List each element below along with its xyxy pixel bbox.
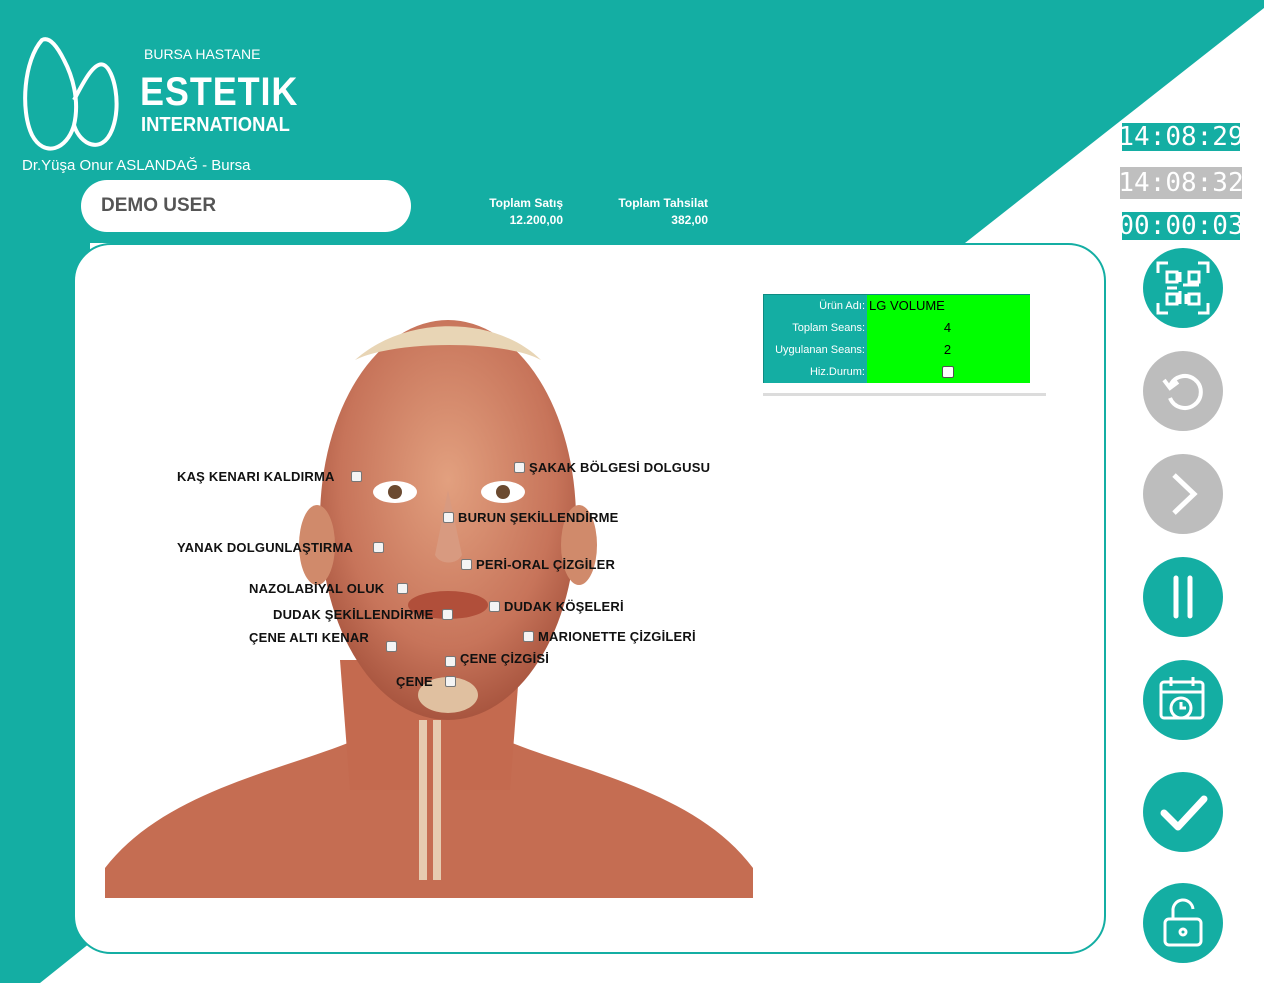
region-label-marionette-lines: MARIONETTE ÇİZGİLERİ xyxy=(538,629,696,644)
region-checkbox-perioral-lines[interactable] xyxy=(461,559,472,570)
speed-status-cell xyxy=(867,361,1030,383)
applied-sessions-value: 2 xyxy=(867,339,1030,361)
region-label-cheek-volume: YANAK DOLGUNLAŞTIRMA xyxy=(177,540,354,555)
region-checkbox-lip-corners[interactable] xyxy=(489,601,500,612)
region-label-jaw-line: ÇENE ÇİZGİSİ xyxy=(460,651,550,666)
brand-title-secondary: INTERNATIONAL xyxy=(141,114,290,136)
region-checkbox-chin[interactable] xyxy=(445,676,456,687)
product-name-value: LG VOLUME xyxy=(867,295,1030,317)
undo-button[interactable] xyxy=(1143,351,1223,431)
region-checkbox-nasolabial-fold[interactable] xyxy=(397,583,408,594)
speed-status-label: Hiz.Durum: xyxy=(764,361,867,383)
product-info-table: Ürün Adı: LG VOLUME Toplam Seans: 4 Uygu… xyxy=(763,294,1030,383)
total-sales-label: Toplam Satış xyxy=(489,196,563,210)
region-checkbox-jaw-line[interactable] xyxy=(445,656,456,667)
confirm-button[interactable] xyxy=(1143,772,1223,852)
check-icon xyxy=(1160,795,1208,831)
total-collection-label: Toplam Tahsilat xyxy=(618,196,708,210)
brand-title: ESTETIK xyxy=(140,70,299,114)
qr-code-button[interactable] xyxy=(1143,248,1223,328)
info-divider xyxy=(763,393,1046,396)
total-sessions-value: 4 xyxy=(867,317,1030,339)
clock-elapsed: 00:00:03 xyxy=(1118,210,1244,242)
undo-icon xyxy=(1162,374,1203,410)
user-name-box[interactable]: DEMO USER xyxy=(81,180,411,232)
total-collection-value: 382,00 xyxy=(671,213,708,227)
calendar-clock-icon xyxy=(1159,677,1205,720)
region-checkbox-temple-filler[interactable] xyxy=(514,462,525,473)
region-checkbox-nose-shaping[interactable] xyxy=(443,512,454,523)
pause-icon xyxy=(1173,575,1193,619)
region-checkbox-marionette-lines[interactable] xyxy=(523,631,534,642)
total-sessions-label: Toplam Seans: xyxy=(764,317,867,339)
region-checkbox-eyebrow-lift[interactable] xyxy=(351,471,362,482)
lock-button[interactable] xyxy=(1143,883,1223,963)
applied-sessions-label: Uygulanan Seans: xyxy=(764,339,867,361)
next-icon xyxy=(1172,473,1198,515)
region-label-jawline-under: ÇENE ALTI KENAR xyxy=(249,630,369,645)
product-name-label: Ürün Adı: xyxy=(764,295,867,317)
logo-icon xyxy=(23,37,119,151)
region-label-lip-shaping: DUDAK ŞEKİLLENDİRME xyxy=(273,607,434,622)
region-checkbox-cheek-volume[interactable] xyxy=(373,542,384,553)
next-button[interactable] xyxy=(1143,454,1223,534)
doctor-name: Dr.Yüşa Onur ASLANDAĞ - Bursa xyxy=(22,157,251,174)
region-label-lip-corners: DUDAK KÖŞELERİ xyxy=(504,599,624,614)
qr-code-icon xyxy=(1156,261,1210,315)
unlock-icon xyxy=(1163,898,1203,947)
region-label-temple-filler: ŞAKAK BÖLGESİ DOLGUSU xyxy=(529,460,711,475)
speed-status-checkbox[interactable] xyxy=(942,366,954,378)
region-checkbox-jawline-under[interactable] xyxy=(386,641,397,652)
region-label-perioral-lines: PERİ-ORAL ÇİZGİLER xyxy=(476,557,616,572)
pause-button[interactable] xyxy=(1143,557,1223,637)
region-label-chin: ÇENE xyxy=(396,674,433,689)
clock-current: 14:08:29 xyxy=(1118,121,1244,153)
region-label-nose-shaping: BURUN ŞEKİLLENDİRME xyxy=(458,510,619,525)
region-label-eyebrow-lift: KAŞ KENARI KALDIRMA xyxy=(177,469,335,484)
region-label-nasolabial-fold: NAZOLABİYAL OLUK xyxy=(249,581,385,596)
total-sales: Toplam Satış 12.200,00 xyxy=(470,195,563,229)
brand-subtitle: BURSA HASTANE xyxy=(144,46,261,62)
user-name: DEMO USER xyxy=(101,195,217,216)
clock-start: 14:08:32 xyxy=(1118,167,1244,199)
total-collection: Toplam Tahsilat 382,00 xyxy=(600,195,708,229)
calendar-button[interactable] xyxy=(1143,660,1223,740)
region-checkbox-lip-shaping[interactable] xyxy=(442,609,453,620)
total-sales-value: 12.200,00 xyxy=(509,213,563,227)
